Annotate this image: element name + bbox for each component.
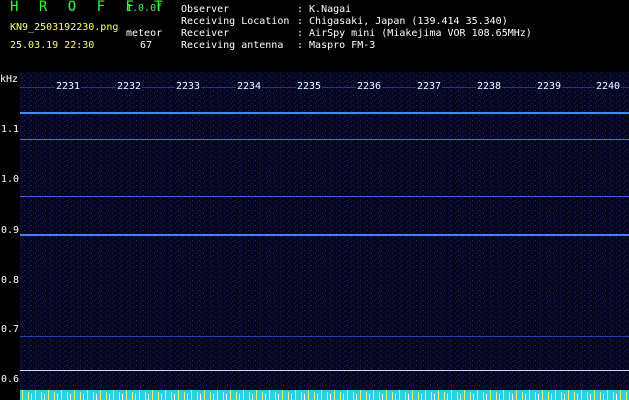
location-value: : Chigasaki, Japan (139.414 35.340) xyxy=(297,16,508,27)
antenna-label: Receiving antenna xyxy=(181,40,284,51)
signal-line-0.97 xyxy=(20,196,629,197)
y-axis-unit: kHz xyxy=(0,74,19,85)
y-label-0.7: 0.7 xyxy=(1,324,20,335)
time-tick-2238: 2238 xyxy=(476,81,503,92)
receiver-label: Receiver xyxy=(181,28,230,39)
time-tick-2235: 2235 xyxy=(296,81,323,92)
signal-line-0.89 xyxy=(20,234,629,236)
time-tick-2239: 2239 xyxy=(536,81,563,92)
time-tick-2232: 2232 xyxy=(116,81,143,92)
observer-value: : K.Nagai xyxy=(297,4,352,15)
location-label: Receiving Location xyxy=(181,16,290,27)
y-label-0.8: 0.8 xyxy=(1,275,20,286)
y-label-1.1: 1.1 xyxy=(1,124,20,135)
observer-label: Observer xyxy=(181,4,230,15)
time-tick-2231: 2231 xyxy=(55,81,82,92)
time-tick-2233: 2233 xyxy=(175,81,202,92)
receiver-value: : AirSpy mini (Miakejima VOR 108.65MHz) xyxy=(297,28,532,39)
time-tick-2240: 2240 xyxy=(595,81,622,92)
spectrogram-plot xyxy=(20,72,629,390)
header-panel: H R O F F T 1.0.0f KN9_2503192230.png 25… xyxy=(0,0,629,72)
version-label: 1.0.0f xyxy=(126,3,163,14)
signal-line-0.68 xyxy=(20,336,629,337)
detection-type-label: meteor xyxy=(126,28,163,39)
spectrogram-noise xyxy=(20,72,629,390)
detection-bar xyxy=(20,390,629,400)
time-tick-2234: 2234 xyxy=(236,81,263,92)
y-label-1.0: 1.0 xyxy=(1,174,20,185)
y-label-0.6: 0.6 xyxy=(1,374,20,385)
y-label-0.9: 0.9 xyxy=(1,225,20,236)
time-tick-2236: 2236 xyxy=(356,81,383,92)
time-tick-2237: 2237 xyxy=(416,81,443,92)
antenna-value: : Maspro FM-3 xyxy=(297,40,376,51)
signal-line-1.13 xyxy=(20,112,629,114)
y-axis-panel xyxy=(0,72,20,400)
detection-count: 67 xyxy=(140,40,153,51)
datetime-label: 25.03.19 22:30 xyxy=(10,40,95,51)
reference-line-white xyxy=(20,370,629,371)
filename-label: KN9_2503192230.png xyxy=(10,22,119,33)
signal-line-1.08 xyxy=(20,139,629,140)
